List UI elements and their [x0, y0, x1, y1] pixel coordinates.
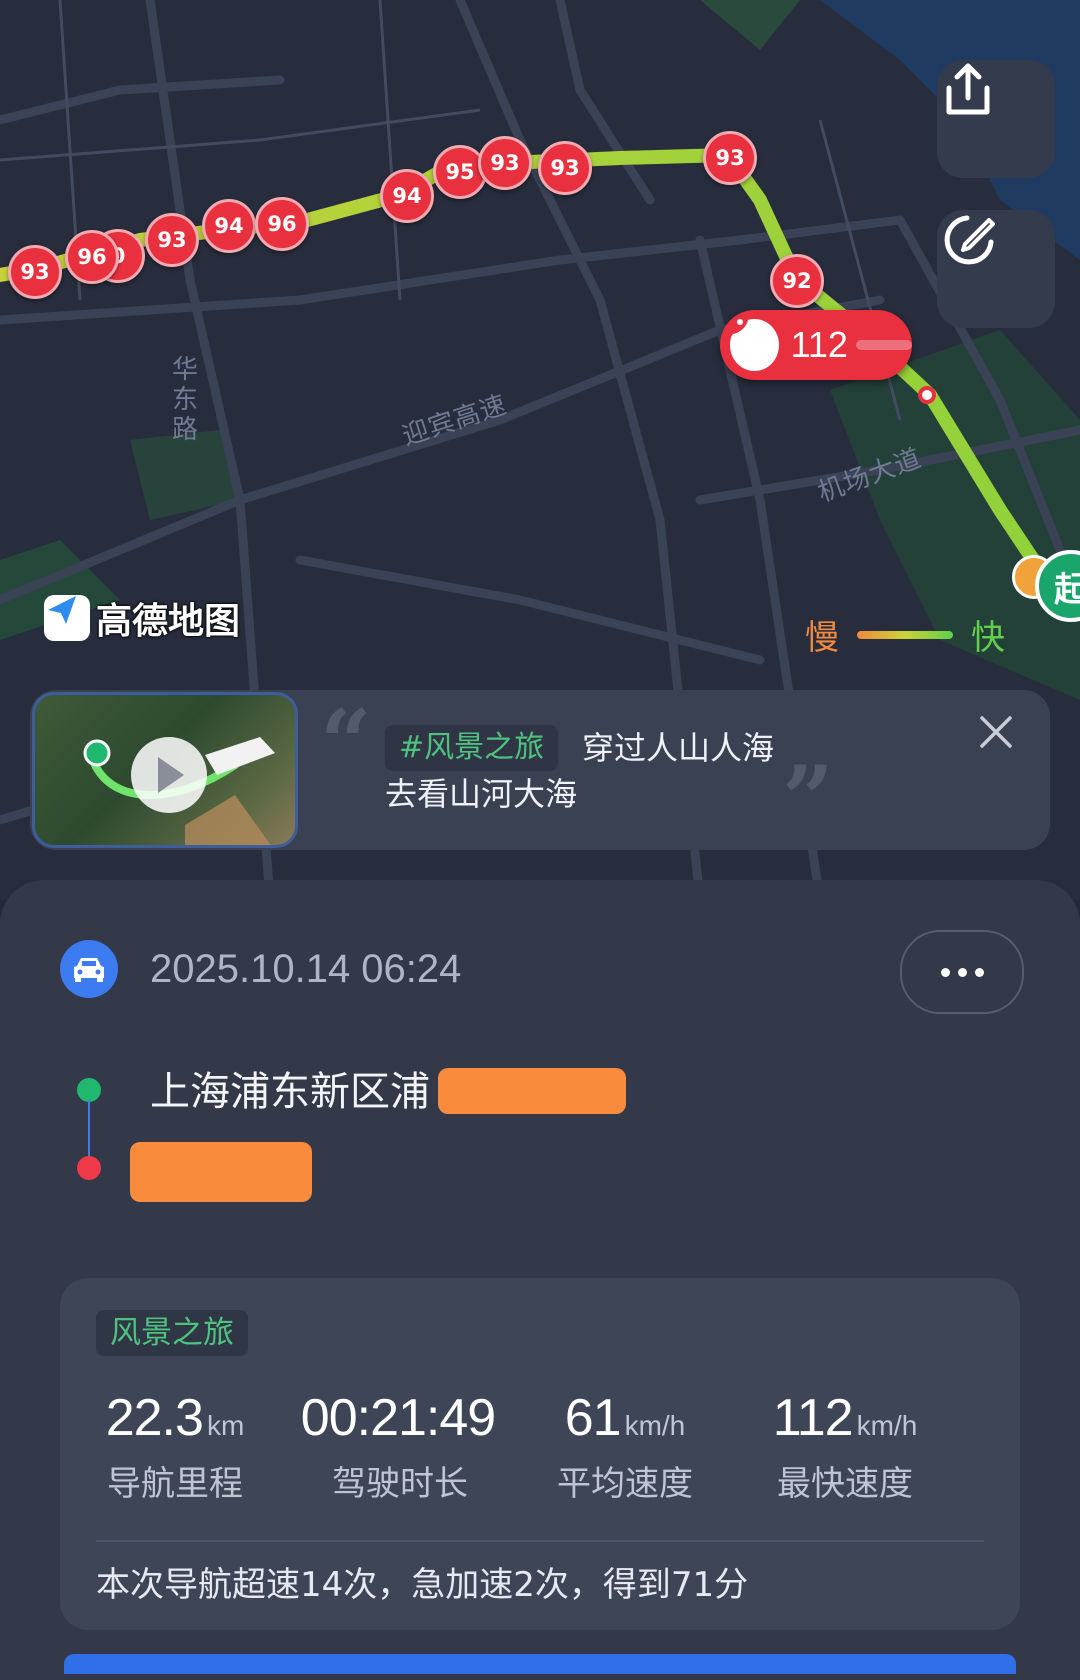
- trip-tag: 风景之旅: [96, 1310, 248, 1356]
- close-icon[interactable]: [976, 712, 1016, 752]
- car-icon: [60, 940, 118, 998]
- max-speed-value: 112: [790, 324, 848, 365]
- stat-unit: km: [206, 1410, 245, 1441]
- speed-marker[interactable]: 93: [145, 213, 199, 267]
- stat-avg-speed: 61 km/h 平均速度: [510, 1388, 740, 1505]
- max-speed-marker[interactable]: 112: [720, 310, 912, 380]
- more-icon: [940, 967, 950, 977]
- stat-distance: 22.3 km 导航里程: [60, 1388, 290, 1505]
- trip-stats-card: 风景之旅 22.3 km 导航里程 00:21:49 驾驶时长 61 km/h 平均…: [60, 1278, 1020, 1630]
- stat-label: 导航里程: [107, 1464, 243, 1504]
- redacted-origin: [438, 1068, 626, 1114]
- speed-marker[interactable]: 93: [538, 141, 592, 195]
- stat-value: 22.3: [105, 1389, 204, 1447]
- blurred-unit: [855, 340, 912, 350]
- amap-brand: 高德地图: [44, 592, 240, 644]
- scenic-trip-banner[interactable]: “ ” #风景之旅 穿过人山人海 去看山河大海: [30, 690, 1050, 850]
- origin-address: 上海浦东新区浦: [150, 1069, 430, 1115]
- speed-legend: 慢 快: [805, 610, 1005, 659]
- play-icon: [158, 757, 184, 793]
- speed-marker[interactable]: 96: [255, 197, 309, 251]
- stat-label: 驾驶时长: [332, 1464, 468, 1504]
- stat-max-speed: 112 km/h 最快速度: [730, 1388, 960, 1505]
- stat-unit: km/h: [624, 1410, 686, 1441]
- banner-text-line2: 去看山河大海: [385, 775, 578, 813]
- legend-gradient: [857, 630, 953, 639]
- video-thumbnail[interactable]: [32, 692, 298, 848]
- more-icon-dot: [974, 967, 984, 977]
- stat-duration: 00:21:49 驾驶时长: [285, 1388, 515, 1505]
- legend-slow: 慢: [805, 618, 839, 658]
- origin-dot: [77, 1078, 101, 1102]
- route-connector: [88, 1100, 90, 1158]
- speed-marker[interactable]: 92: [770, 254, 824, 308]
- close-quote-icon: ”: [782, 746, 834, 850]
- share-icon: [946, 63, 990, 115]
- bottom-action-bar[interactable]: [64, 1654, 1016, 1674]
- road-label-huadong: 华东路: [172, 355, 200, 445]
- open-quote-icon: “: [320, 690, 372, 796]
- destination-dot: [77, 1156, 101, 1180]
- stat-unit: km/h: [856, 1410, 918, 1441]
- amap-logo-icon: [44, 595, 90, 641]
- play-button[interactable]: [131, 737, 207, 813]
- stat-label: 最快速度: [777, 1464, 913, 1504]
- brand-name: 高德地图: [96, 601, 241, 642]
- speed-marker[interactable]: 94: [380, 169, 434, 223]
- trip-datetime: 2025.10.14 06:24: [150, 947, 462, 991]
- divider: [96, 1540, 984, 1542]
- stat-value: 112: [772, 1389, 854, 1447]
- speed-marker[interactable]: 93: [703, 131, 757, 185]
- stat-value: 61: [564, 1389, 622, 1447]
- stat-value: 00:21:49: [300, 1389, 496, 1447]
- share-button[interactable]: [937, 60, 1055, 178]
- more-icon-dot: [957, 967, 967, 977]
- stat-label: 平均速度: [557, 1464, 693, 1504]
- more-button[interactable]: [900, 930, 1024, 1014]
- speed-marker[interactable]: 93: [478, 136, 532, 190]
- redacted-destination: [130, 1142, 312, 1202]
- banner-text-line1: 穿过人山人海: [582, 729, 775, 767]
- legend-fast: 快: [971, 618, 1005, 658]
- speed-marker[interactable]: 93: [8, 245, 62, 299]
- rocket-icon: [724, 314, 779, 371]
- banner-tag[interactable]: #风景之旅: [385, 725, 559, 771]
- edit-button[interactable]: [937, 210, 1055, 328]
- trip-detail-sheet: 2025.10.14 06:24 上海浦东新区浦 风景之旅 22.3 km 导航里…: [0, 880, 1080, 1680]
- speed-marker[interactable]: 96: [65, 230, 119, 284]
- edit-icon: [944, 215, 995, 265]
- speed-marker[interactable]: 94: [202, 199, 256, 253]
- trip-summary: 本次导航超速14次，急加速2次，得到71分: [96, 1565, 749, 1605]
